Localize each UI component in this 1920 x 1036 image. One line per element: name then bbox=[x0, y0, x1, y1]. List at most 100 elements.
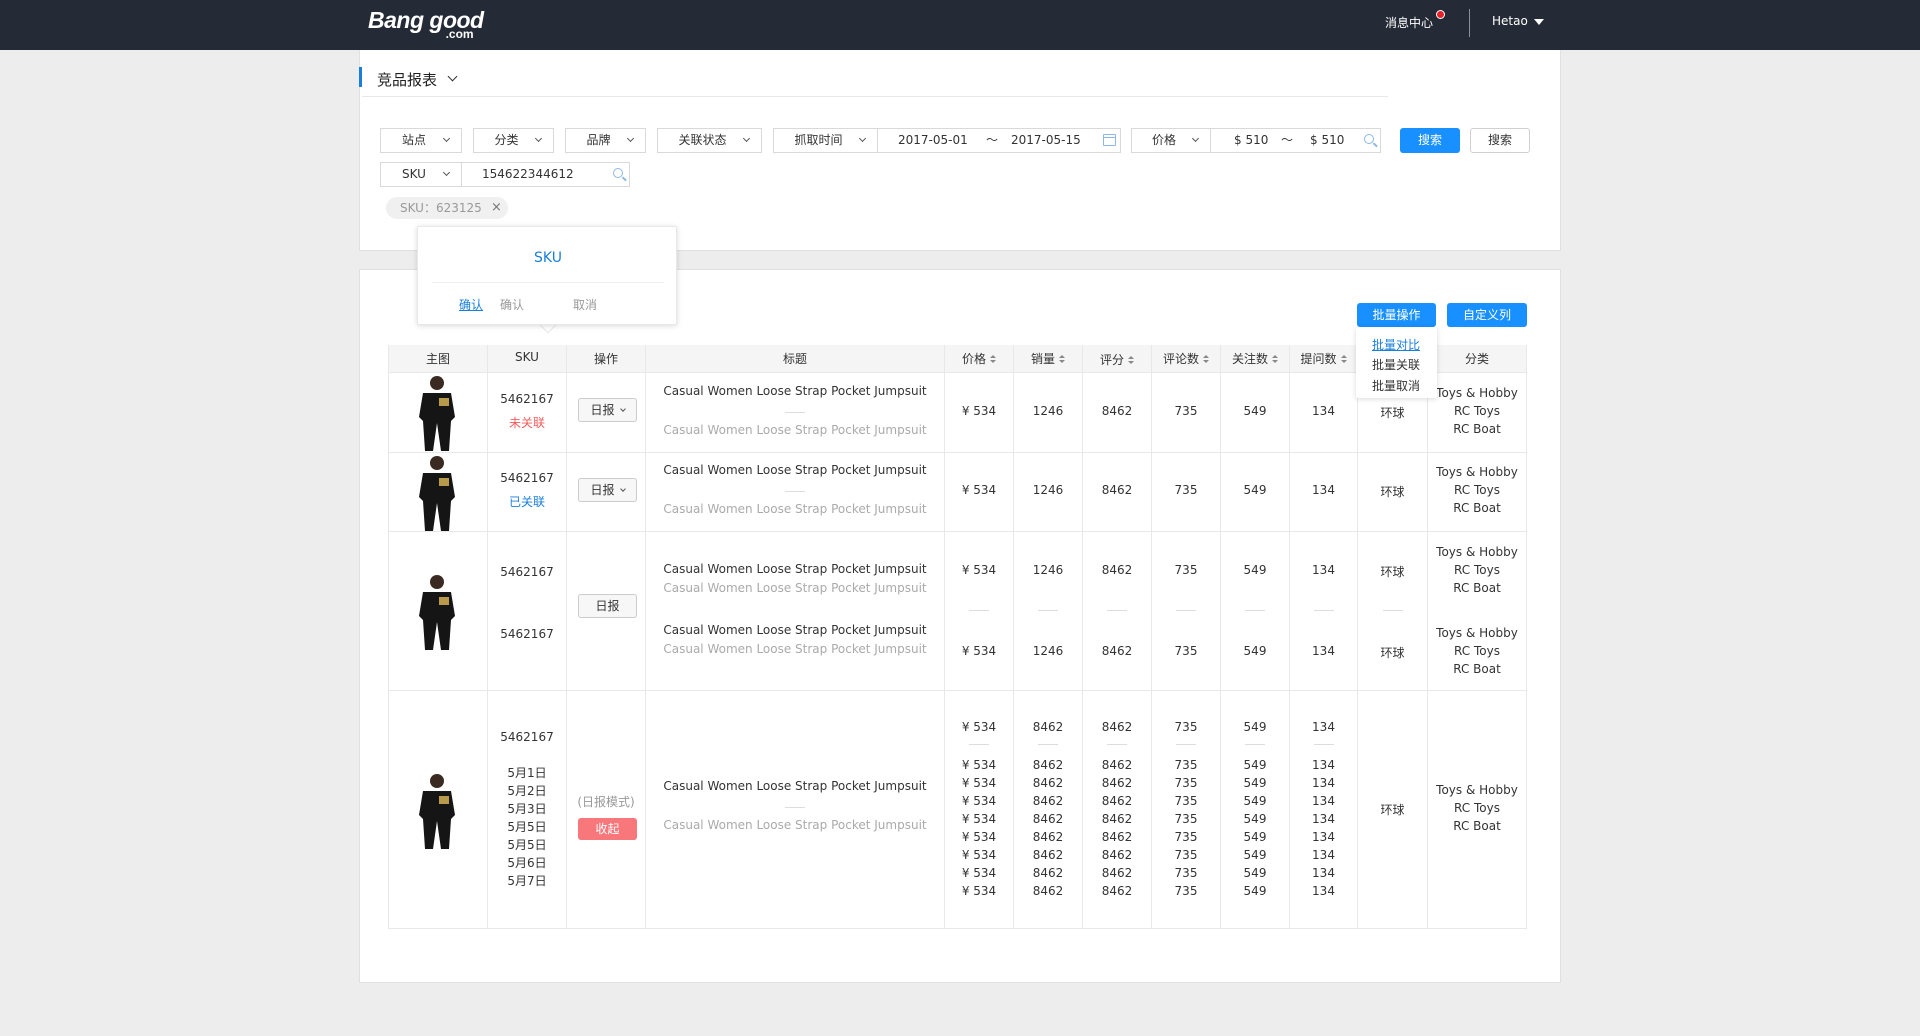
caret-down-icon[interactable] bbox=[1534, 19, 1544, 25]
page-title[interactable]: 竞品报表 bbox=[377, 69, 437, 90]
daily-sales: 8462 bbox=[1032, 866, 1064, 880]
rating-value: 8462 bbox=[1101, 644, 1133, 658]
price-from-value[interactable]: $ 510 bbox=[1234, 129, 1268, 152]
title-separator bbox=[785, 491, 805, 492]
message-center-link[interactable]: 消息中心 bbox=[1385, 14, 1433, 31]
brand-select[interactable]: 品牌 bbox=[565, 128, 646, 153]
col-header-rating[interactable]: 评分 bbox=[1083, 351, 1151, 368]
sort-icon[interactable] bbox=[1340, 355, 1347, 364]
date-to-value[interactable]: 2017-05-15 bbox=[1011, 129, 1081, 152]
col-header-image: 主图 bbox=[425, 352, 450, 366]
product-title[interactable]: Casual Women Loose Strap Pocket Jumpsuit bbox=[646, 562, 944, 576]
sort-icon[interactable] bbox=[1128, 356, 1134, 365]
daily-report-button[interactable]: 日报 bbox=[578, 594, 637, 618]
date-range-input[interactable]: 2017-05-01 ～ 2017-05-15 bbox=[877, 128, 1121, 153]
banggood-logo[interactable]: Bang good .com bbox=[368, 8, 484, 40]
category-level-1: Toys & Hobby bbox=[1436, 626, 1518, 640]
batch-link-item[interactable]: 批量关联 bbox=[1372, 356, 1420, 373]
col-header-questions[interactable]: 提问数 bbox=[1290, 350, 1357, 367]
date-from-value[interactable]: 2017-05-01 bbox=[898, 129, 968, 152]
close-icon[interactable]: × bbox=[491, 200, 502, 215]
search-button-secondary[interactable]: 搜索 bbox=[1470, 128, 1530, 153]
sales-value: 1246 bbox=[1032, 644, 1064, 658]
site-select[interactable]: 站点 bbox=[380, 128, 462, 153]
daily-report-label: 日报 bbox=[590, 483, 615, 497]
product-image[interactable] bbox=[399, 453, 475, 531]
user-menu[interactable]: Hetao bbox=[1492, 14, 1528, 28]
competitor-title[interactable]: Casual Women Loose Strap Pocket Jumpsuit bbox=[646, 818, 944, 832]
row-divider bbox=[389, 531, 1526, 532]
calendar-icon[interactable] bbox=[1103, 134, 1116, 146]
daily-rating: 8462 bbox=[1101, 830, 1133, 844]
sort-icon[interactable] bbox=[1203, 355, 1209, 364]
cell-separator bbox=[1038, 610, 1058, 611]
popover-confirm-button[interactable]: 确认 bbox=[500, 296, 524, 313]
link-status-select[interactable]: 关联状态 bbox=[657, 128, 762, 153]
price-summary: ¥ 534 bbox=[961, 720, 997, 734]
product-title[interactable]: Casual Women Loose Strap Pocket Jumpsuit bbox=[646, 623, 944, 637]
day-list: 5月1日 5月2日 5月3日 5月5日 5月5日 5月6日 5月7日 bbox=[488, 764, 566, 890]
sku-value: 5462167 bbox=[500, 730, 554, 744]
daily-sales: 8462 bbox=[1032, 848, 1064, 862]
product-title[interactable]: Casual Women Loose Strap Pocket Jumpsuit bbox=[646, 384, 944, 398]
daily-report-select[interactable]: 日报 bbox=[578, 478, 637, 502]
batch-operation-button[interactable]: 批量操作 bbox=[1357, 303, 1436, 327]
product-image[interactable] bbox=[399, 771, 475, 849]
batch-compare-item[interactable]: 批量对比 bbox=[1372, 336, 1420, 353]
daily-price: ¥ 534 bbox=[961, 866, 997, 880]
popover-confirm-link[interactable]: 确认 bbox=[459, 296, 483, 313]
day-label: 5月3日 bbox=[507, 802, 547, 816]
col-header-category: 分类 bbox=[1464, 352, 1489, 366]
product-image[interactable] bbox=[399, 572, 475, 650]
competitor-title[interactable]: Casual Women Loose Strap Pocket Jumpsuit bbox=[646, 581, 944, 595]
crawl-time-select[interactable]: 抓取时间 bbox=[773, 128, 878, 153]
collapse-button[interactable]: 收起 bbox=[578, 818, 637, 840]
product-title[interactable]: Casual Women Loose Strap Pocket Jumpsuit bbox=[646, 463, 944, 477]
col-header-reviews[interactable]: 评论数 bbox=[1152, 350, 1220, 367]
competitor-title[interactable]: Casual Women Loose Strap Pocket Jumpsuit bbox=[646, 642, 944, 656]
category-select[interactable]: 分类 bbox=[473, 128, 554, 153]
competitor-title[interactable]: Casual Women Loose Strap Pocket Jumpsuit bbox=[646, 423, 944, 437]
sku-type-select[interactable]: SKU bbox=[380, 162, 462, 187]
col-header-follows[interactable]: 关注数 bbox=[1221, 350, 1289, 367]
sort-icon[interactable] bbox=[1272, 355, 1278, 364]
sku-search-input[interactable]: 154622344612 bbox=[461, 162, 630, 187]
follows-value: 549 bbox=[1243, 644, 1267, 658]
col-header-follows-label: 关注数 bbox=[1231, 352, 1268, 366]
competitor-title[interactable]: Casual Women Loose Strap Pocket Jumpsuit bbox=[646, 502, 944, 516]
search-button[interactable]: 搜索 bbox=[1400, 128, 1460, 153]
reviews-value: 735 bbox=[1174, 404, 1198, 418]
reviews-value: 735 bbox=[1174, 483, 1198, 497]
daily-follows: 549 bbox=[1243, 794, 1267, 808]
daily-questions: 134 bbox=[1312, 776, 1335, 790]
cell-separator bbox=[1038, 744, 1058, 745]
sort-icon[interactable] bbox=[990, 355, 996, 364]
top-bar bbox=[0, 0, 1920, 50]
daily-report-select[interactable]: 日报 bbox=[578, 398, 637, 422]
sku-search-value[interactable]: 154622344612 bbox=[482, 163, 574, 186]
popover-cancel-button[interactable]: 取消 bbox=[573, 296, 597, 313]
cell-separator bbox=[969, 610, 989, 611]
price-to-value[interactable]: $ 510 bbox=[1310, 129, 1344, 152]
price-select-label: 价格 bbox=[1151, 133, 1176, 147]
product-image[interactable] bbox=[399, 373, 475, 451]
sort-icon[interactable] bbox=[1059, 355, 1065, 364]
price-range-input[interactable]: $ 510 ～ $ 510 bbox=[1210, 128, 1381, 153]
batch-cancel-item[interactable]: 批量取消 bbox=[1372, 377, 1420, 394]
daily-price: ¥ 534 bbox=[961, 758, 997, 772]
product-title[interactable]: Casual Women Loose Strap Pocket Jumpsuit bbox=[646, 779, 944, 793]
day-label: 5月7日 bbox=[507, 874, 547, 888]
status-linked: 已关联 bbox=[508, 495, 545, 509]
category-level-2: RC Toys bbox=[1454, 404, 1500, 418]
sales-summary: 8462 bbox=[1032, 720, 1064, 734]
daily-follows: 549 bbox=[1243, 830, 1267, 844]
day-label: 5月2日 bbox=[507, 784, 547, 798]
price-select[interactable]: 价格 bbox=[1131, 128, 1211, 153]
daily-price: ¥ 534 bbox=[961, 812, 997, 826]
col-header-sales[interactable]: 销量 bbox=[1014, 350, 1082, 367]
col-header-price[interactable]: 价格 bbox=[945, 350, 1013, 367]
col-header-questions-label: 提问数 bbox=[1300, 352, 1337, 366]
daily-reviews-list: 735 735 735 735 735 735 735 735 bbox=[1152, 756, 1220, 900]
custom-columns-button[interactable]: 自定义列 bbox=[1447, 303, 1527, 327]
rating-value: 8462 bbox=[1101, 483, 1133, 497]
